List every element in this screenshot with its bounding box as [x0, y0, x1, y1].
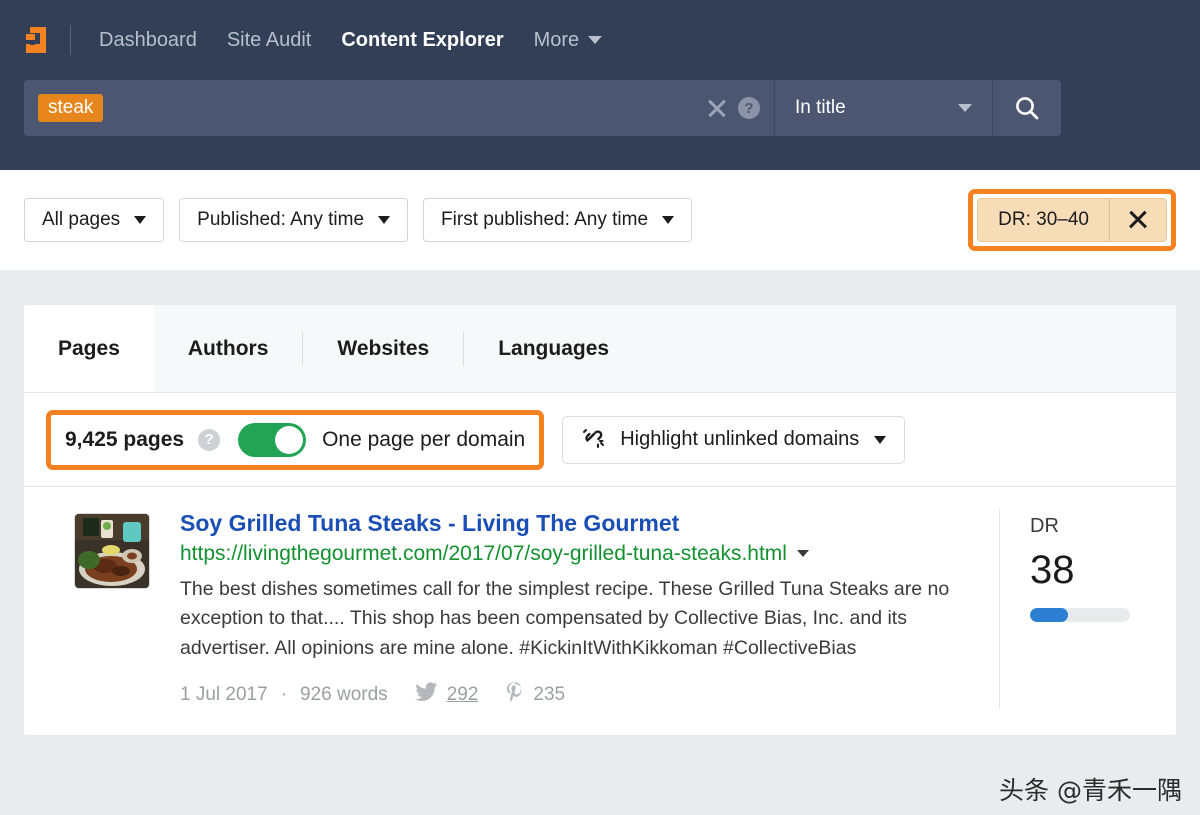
nav-divider — [70, 25, 71, 55]
help-circle-icon[interactable]: ? — [738, 97, 760, 119]
broken-link-icon — [581, 426, 605, 454]
result-url-row: https://livingthegourmet.com/2017/07/soy… — [180, 542, 971, 566]
result-title-link[interactable]: Soy Grilled Tuna Steaks - Living The Gou… — [180, 509, 971, 538]
result-url-chevron-down-icon[interactable] — [796, 550, 809, 558]
filter-chip-dr[interactable]: DR: 30–40 — [977, 198, 1167, 242]
twitter-bird-icon — [414, 682, 438, 707]
watermark: 头条 @青禾一隅 — [999, 776, 1182, 805]
pinterest-shares: 235 — [505, 681, 565, 709]
highlight-unlinked-domains-dropdown[interactable]: Highlight unlinked domains — [562, 415, 906, 464]
chevron-down-icon — [662, 216, 675, 224]
result-url-link[interactable]: https://livingthegourmet.com/2017/07/soy… — [180, 542, 787, 566]
tab-websites[interactable]: Websites — [303, 305, 463, 392]
pinterest-share-count: 235 — [533, 683, 566, 705]
tab-pages[interactable]: Pages — [24, 305, 154, 392]
filter-chip-dr-label: DR: 30–40 — [998, 209, 1089, 230]
tab-authors[interactable]: Authors — [154, 305, 303, 392]
chip-divider — [1109, 199, 1110, 241]
chevron-down-icon — [134, 216, 147, 224]
one-page-per-domain-toggle[interactable] — [238, 422, 307, 457]
twitter-share-count[interactable]: 292 — [447, 684, 479, 706]
clear-search-icon[interactable] — [706, 97, 728, 119]
main-navigation: Dashboard Site Audit Content Explorer Mo… — [24, 0, 1176, 80]
dr-value: 38 — [1030, 548, 1075, 592]
top-header: Dashboard Site Audit Content Explorer Mo… — [0, 0, 1200, 170]
dr-progress-bar — [1030, 608, 1130, 622]
pages-count-annotation: 9,425 pages ? One page per domain — [46, 409, 545, 470]
result-row: Soy Grilled Tuna Steaks - Living The Gou… — [24, 487, 1176, 735]
filter-first-published-label: First published: Any time — [441, 209, 649, 230]
filter-all-pages[interactable]: All pages — [24, 198, 165, 242]
app-root: Dashboard Site Audit Content Explorer Mo… — [0, 0, 1200, 815]
filter-first-published[interactable]: First published: Any time — [423, 198, 693, 242]
result-metadata: 1 Jul 2017 · 926 words 292 235 — [180, 681, 971, 709]
highlight-unlinked-domains-label: Highlight unlinked domains — [620, 428, 860, 450]
search-submit-button[interactable] — [993, 80, 1061, 136]
chevron-down-icon — [874, 435, 887, 444]
search-scope-dropdown[interactable]: In title — [775, 80, 992, 136]
result-description: The best dishes sometimes call for the s… — [180, 577, 950, 659]
toggle-knob — [275, 425, 304, 454]
search-bar: steak ? In title — [24, 80, 1061, 136]
dr-progress-fill — [1030, 608, 1068, 622]
domain-rating-column: DR 38 — [999, 509, 1154, 709]
filter-published[interactable]: Published: Any time — [179, 198, 409, 242]
result-content: Soy Grilled Tuna Steaks - Living The Gou… — [180, 509, 999, 709]
nav-item-more[interactable]: More — [534, 29, 603, 52]
chevron-down-icon — [588, 36, 603, 44]
chevron-down-icon — [378, 216, 391, 224]
results-card: Pages Authors Websites Languages 9,425 p… — [24, 305, 1176, 735]
dr-filter-annotation: DR: 30–40 — [968, 189, 1176, 251]
search-input[interactable]: steak ? — [24, 80, 774, 136]
pages-count-help-icon[interactable]: ? — [198, 428, 221, 451]
results-toolbar: 9,425 pages ? One page per domain Highli… — [24, 393, 1176, 487]
nav-item-dashboard[interactable]: Dashboard — [99, 29, 197, 52]
nav-item-more-label: More — [533, 28, 580, 51]
nav-item-site-audit[interactable]: Site Audit — [227, 29, 312, 52]
nav-item-content-explorer[interactable]: Content Explorer — [341, 29, 503, 52]
filter-all-pages-label: All pages — [42, 209, 121, 230]
filter-published-label: Published: Any time — [197, 209, 365, 230]
ahrefs-a-logo-icon[interactable] — [24, 25, 50, 55]
search-scope-label: In title — [795, 97, 846, 118]
dr-label: DR — [1030, 515, 1059, 537]
result-word-count: 926 words — [300, 683, 388, 705]
search-query-token[interactable]: steak — [38, 94, 104, 122]
filter-bar: All pages Published: Any time First publ… — [0, 170, 1200, 270]
chevron-down-icon — [958, 104, 972, 112]
tab-languages[interactable]: Languages — [464, 305, 643, 392]
result-thumbnail[interactable] — [74, 513, 150, 589]
tab-bar: Pages Authors Websites Languages — [24, 305, 1176, 393]
one-page-per-domain-label: One page per domain — [322, 427, 526, 451]
twitter-shares: 292 — [414, 682, 479, 707]
pages-count-label: 9,425 pages — [65, 427, 185, 451]
meta-separator: · — [280, 683, 288, 705]
pinterest-icon — [505, 681, 524, 709]
result-date: 1 Jul 2017 — [180, 683, 268, 705]
